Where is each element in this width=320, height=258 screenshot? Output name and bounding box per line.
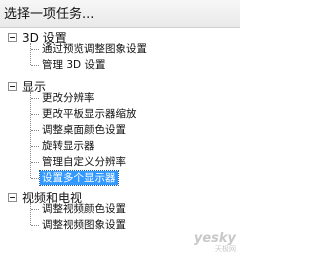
tree-guide-line (31, 209, 39, 210)
tree-guide-line (31, 49, 39, 50)
task-manage-3d-settings[interactable]: 管理 3D 设置 (40, 58, 107, 72)
watermark-logo: yesky 天极网 (194, 231, 236, 254)
collapse-3d-icon[interactable] (8, 33, 17, 42)
tree-guide-line (31, 146, 39, 147)
task-change-resolution[interactable]: 更改分辨率 (40, 91, 97, 105)
collapse-display-icon[interactable] (8, 82, 17, 91)
task-flat-panel-scaling[interactable]: 更改平板显示器缩放 (40, 107, 139, 121)
collapse-video-tv-icon[interactable] (8, 193, 17, 202)
tree-guide-line (31, 114, 39, 115)
tree-guide-line (30, 203, 31, 225)
task-custom-resolution[interactable]: 管理自定义分辨率 (40, 155, 128, 169)
task-video-color-settings[interactable]: 调整视频颜色设置 (40, 202, 128, 216)
tree-guide-line (31, 65, 39, 66)
task-preview-image-settings[interactable]: 通过预览调整图象设置 (40, 42, 149, 56)
tree-guide-line (31, 130, 39, 131)
tree-guide-line (31, 162, 39, 163)
tree-guide-line (30, 43, 31, 65)
task-multiple-displays[interactable]: 设置多个显示器 (39, 170, 119, 186)
tree-guide-line (31, 178, 39, 179)
task-tree: 3D 设置 通过预览调整图象设置 管理 3D 设置 显示 更改分辨率 更改平板显… (0, 0, 240, 258)
task-rotate-display[interactable]: 旋转显示器 (40, 139, 97, 153)
tree-guide-line (30, 92, 31, 178)
tree-guide-line (31, 225, 39, 226)
task-video-image-settings[interactable]: 调整视频图象设置 (40, 218, 128, 232)
task-desktop-color-settings[interactable]: 调整桌面颜色设置 (40, 123, 128, 137)
tree-guide-line (31, 98, 39, 99)
